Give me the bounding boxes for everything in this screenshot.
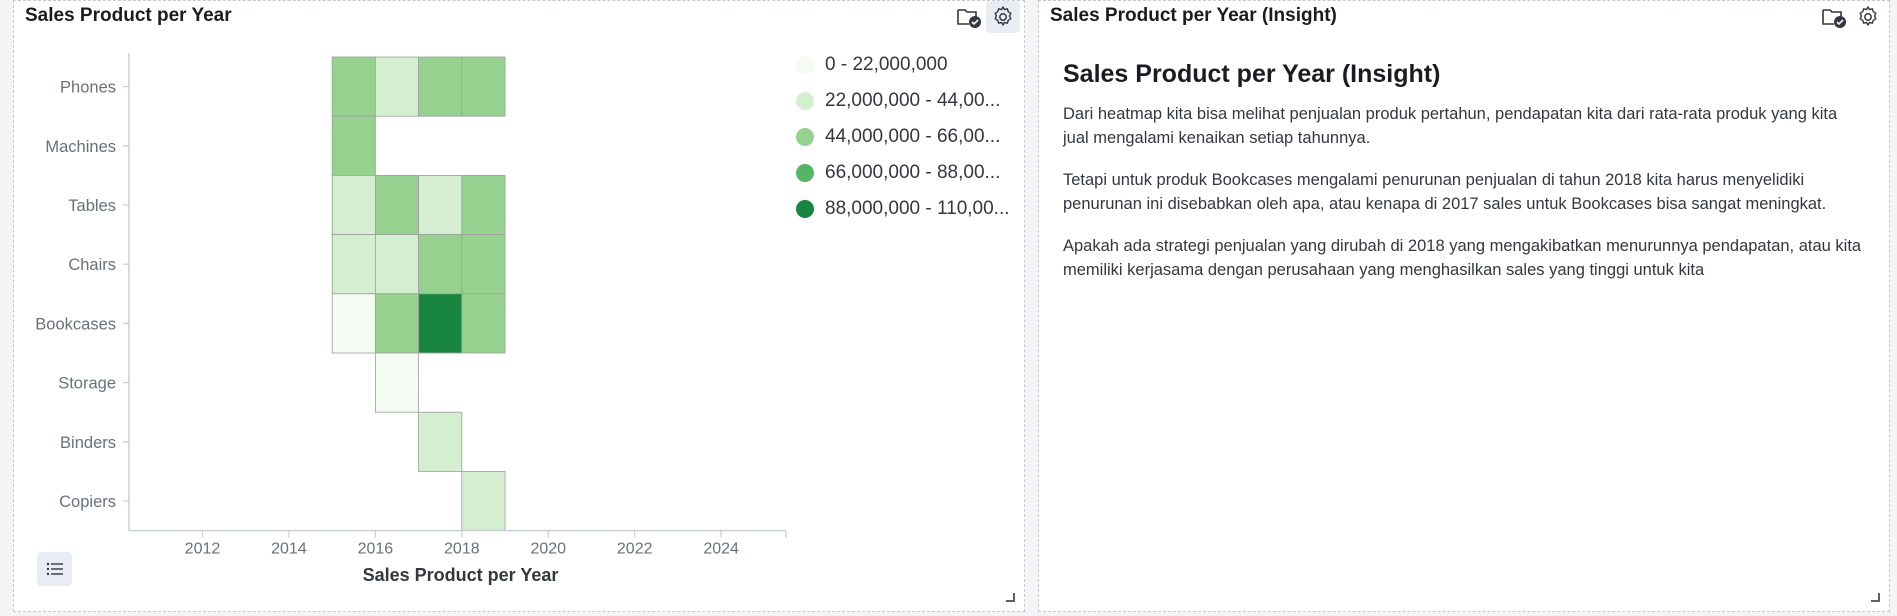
heatmap-cell	[374, 352, 419, 413]
legend-toggle-button[interactable]	[37, 552, 72, 586]
save-to-library-button[interactable]	[952, 1, 986, 33]
heatmap-cell	[331, 293, 376, 354]
resize-handle[interactable]	[1871, 593, 1880, 602]
heatmap-cell	[418, 174, 463, 235]
gear-icon	[1859, 6, 1877, 26]
heatmap-cell	[331, 56, 376, 117]
insight-content: Sales Product per Year (Insight) Dari he…	[1063, 60, 1863, 300]
heatmap-cell	[418, 411, 463, 472]
heatmap-cell	[418, 234, 463, 295]
heatmap-cell	[374, 56, 419, 117]
legend-item[interactable]: 22,000,000 - 44,00...	[796, 90, 1000, 112]
legend-swatch	[796, 200, 814, 218]
x-axis-title: Sales Product per Year	[363, 565, 559, 585]
y-tick-label: Tables	[68, 197, 116, 215]
panel-settings-button[interactable]	[1851, 1, 1885, 33]
y-tick-label: Phones	[60, 79, 116, 97]
save-to-library-button[interactable]	[1817, 1, 1851, 33]
legend-label: 44,000,000 - 66,00...	[825, 126, 1001, 147]
heatmap-cell	[461, 470, 506, 531]
heatmap-cell	[374, 174, 419, 235]
list-icon	[46, 562, 63, 576]
y-tick-label: Machines	[45, 138, 116, 156]
heatmap-panel: Phones Machines Tables Chairs Bookcases Stora…	[13, 0, 1025, 612]
x-tick-label: 2018	[444, 541, 480, 558]
insight-panel: Sales Product per Year (Insight) Sales P…	[1038, 0, 1890, 612]
legend-swatch	[796, 56, 814, 74]
y-tick-label: Bookcases	[35, 315, 116, 333]
heatmap-cell	[331, 115, 376, 176]
insight-paragraph: Tetapi untuk produk Bookcases mengalami …	[1063, 171, 1827, 213]
y-tick-label: Storage	[58, 375, 116, 393]
folder-check-icon	[957, 9, 981, 28]
panel-actions	[952, 1, 1020, 33]
panel-title: Sales Product per Year	[25, 5, 232, 26]
x-tick-label: 2012	[185, 541, 221, 558]
heatmap-cell	[418, 293, 463, 354]
insight-paragraph: Dari heatmap kita bisa melihat penjualan…	[1063, 105, 1838, 147]
legend-item[interactable]: 0 - 22,000,000	[796, 54, 948, 76]
heatmap-cell	[374, 234, 419, 295]
folder-check-icon	[1822, 9, 1846, 28]
legend-item[interactable]: 88,000,000 - 110,00...	[796, 198, 1010, 220]
legend-swatch	[796, 128, 814, 146]
legend-item[interactable]: 66,000,000 - 88,00...	[796, 162, 1000, 184]
heatmap-cell	[418, 56, 463, 117]
gear-icon	[994, 6, 1012, 26]
y-tick-label: Chairs	[68, 256, 116, 274]
heatmap-cell	[374, 293, 419, 354]
x-tick-label: 2020	[530, 541, 566, 558]
legend-label: 0 - 22,000,000	[825, 54, 948, 75]
legend-label: 66,000,000 - 88,00...	[825, 162, 1001, 183]
heatmap-cell	[331, 234, 376, 295]
x-tick-label: 2014	[271, 541, 307, 558]
heatmap-cell	[461, 293, 506, 354]
resize-handle[interactable]	[1006, 593, 1015, 602]
heatmap-cell	[331, 174, 376, 235]
heatmap-cell	[461, 56, 506, 117]
legend-item[interactable]: 44,000,000 - 66,00...	[796, 126, 1000, 148]
insight-heading: Sales Product per Year (Insight)	[1063, 60, 1441, 88]
heatmap-cell	[461, 174, 506, 235]
y-tick-label: Copiers	[59, 493, 116, 511]
panel-settings-button[interactable]	[986, 1, 1020, 33]
x-tick-label: 2022	[617, 541, 653, 558]
legend-label: 22,000,000 - 44,00...	[825, 90, 1001, 111]
heatmap-cell	[461, 234, 506, 295]
legend-swatch	[796, 164, 814, 182]
panel-title: Sales Product per Year (Insight)	[1050, 5, 1337, 26]
x-tick-label: 2016	[358, 541, 394, 558]
y-tick-label: Binders	[60, 434, 116, 452]
panel-actions	[1817, 1, 1885, 33]
x-tick-label: 2024	[703, 541, 739, 558]
legend-swatch	[796, 92, 814, 110]
legend-label: 88,000,000 - 110,00...	[825, 198, 1010, 219]
insight-paragraph: Apakah ada strategi penjualan yang dirub…	[1063, 237, 1862, 279]
